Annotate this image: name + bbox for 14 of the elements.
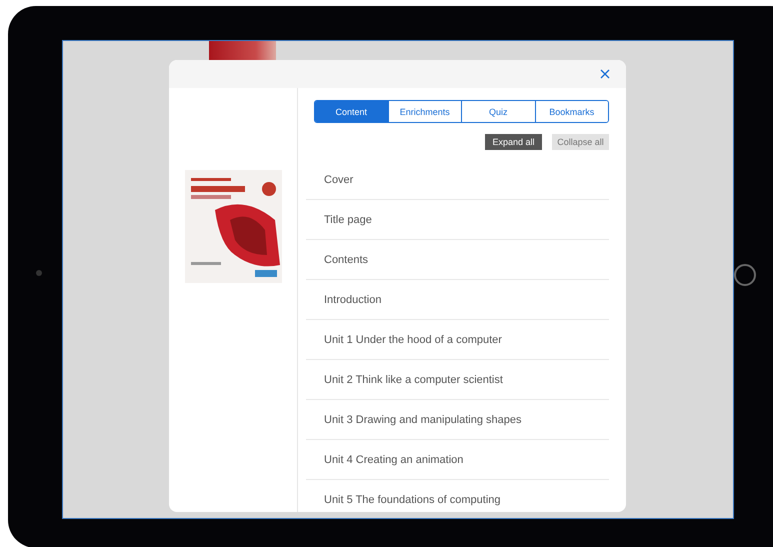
contents-item[interactable]: Unit 3 Drawing and manipulating shapes (324, 414, 522, 426)
contents-item[interactable]: Contents (324, 254, 368, 266)
expand-button[interactable]: Expand all (485, 134, 542, 150)
contents-item[interactable]: Unit 1 Under the hood of a computer (324, 334, 502, 346)
contents-item[interactable]: Cover (324, 174, 354, 186)
contents-item[interactable]: Unit 5 The foundations of computing (324, 494, 501, 506)
contents-item[interactable]: Title page (324, 214, 372, 226)
camera-dot (36, 270, 42, 276)
close-icon[interactable] (600, 69, 610, 79)
contents-item[interactable]: Unit 4 Creating an animation (324, 454, 464, 466)
contents-item[interactable]: Introduction (324, 294, 382, 306)
tab[interactable]: Bookmarks (534, 101, 608, 122)
contents-item[interactable]: Unit 2 Think like a computer scientist (324, 374, 503, 386)
tab[interactable]: Content (315, 101, 388, 122)
